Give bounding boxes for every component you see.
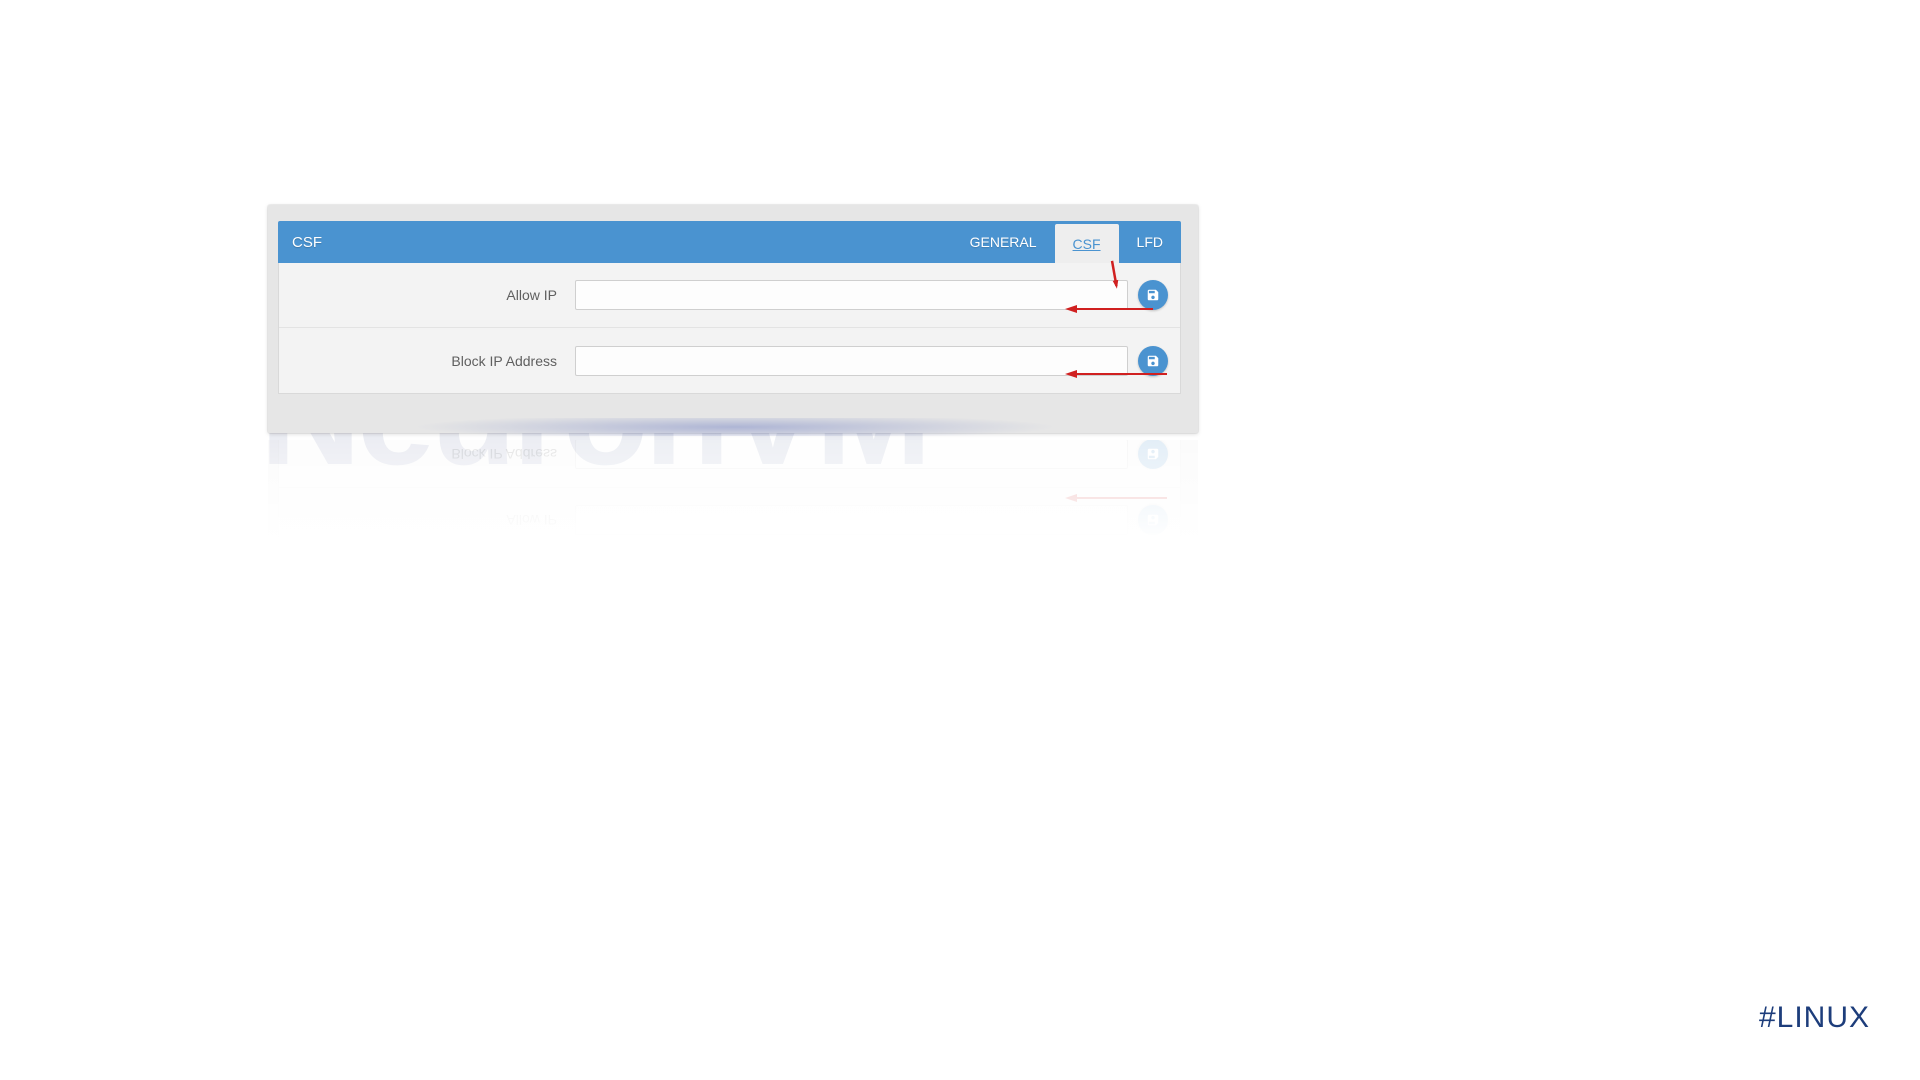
hashtag-text: #LINUX [1759,1001,1870,1035]
csf-panel: CSF GENERAL CSF LFD Allow IP Block IP Ad… [278,221,1181,394]
allow-ip-label: Allow IP [279,287,575,303]
annotation-arrow-allow [1065,304,1153,314]
block-ip-input[interactable] [575,346,1128,376]
allow-ip-row: Allow IP [279,263,1180,328]
allow-ip-input[interactable] [575,280,1128,310]
annotation-arrow-block [1065,369,1167,379]
reflection-fade [268,440,1198,610]
tab-lfd[interactable]: LFD [1119,221,1181,263]
save-icon [1146,354,1160,368]
panel-header: CSF GENERAL CSF LFD [278,221,1181,263]
reflection: CSF GENERAL CSF LFD Allow IP Block IP Ad… [268,440,1198,610]
panel-container: CSF GENERAL CSF LFD Allow IP Block IP Ad… [268,205,1198,433]
save-icon [1146,288,1160,302]
tabs: GENERAL CSF LFD [952,221,1181,263]
block-ip-label: Block IP Address [279,353,575,369]
block-ip-row: Block IP Address [279,328,1180,393]
tab-general[interactable]: GENERAL [952,221,1055,263]
panel-title: CSF [292,234,322,251]
panel-body: Allow IP Block IP Address [278,263,1181,394]
annotation-arrow-reflect [1065,493,1167,503]
